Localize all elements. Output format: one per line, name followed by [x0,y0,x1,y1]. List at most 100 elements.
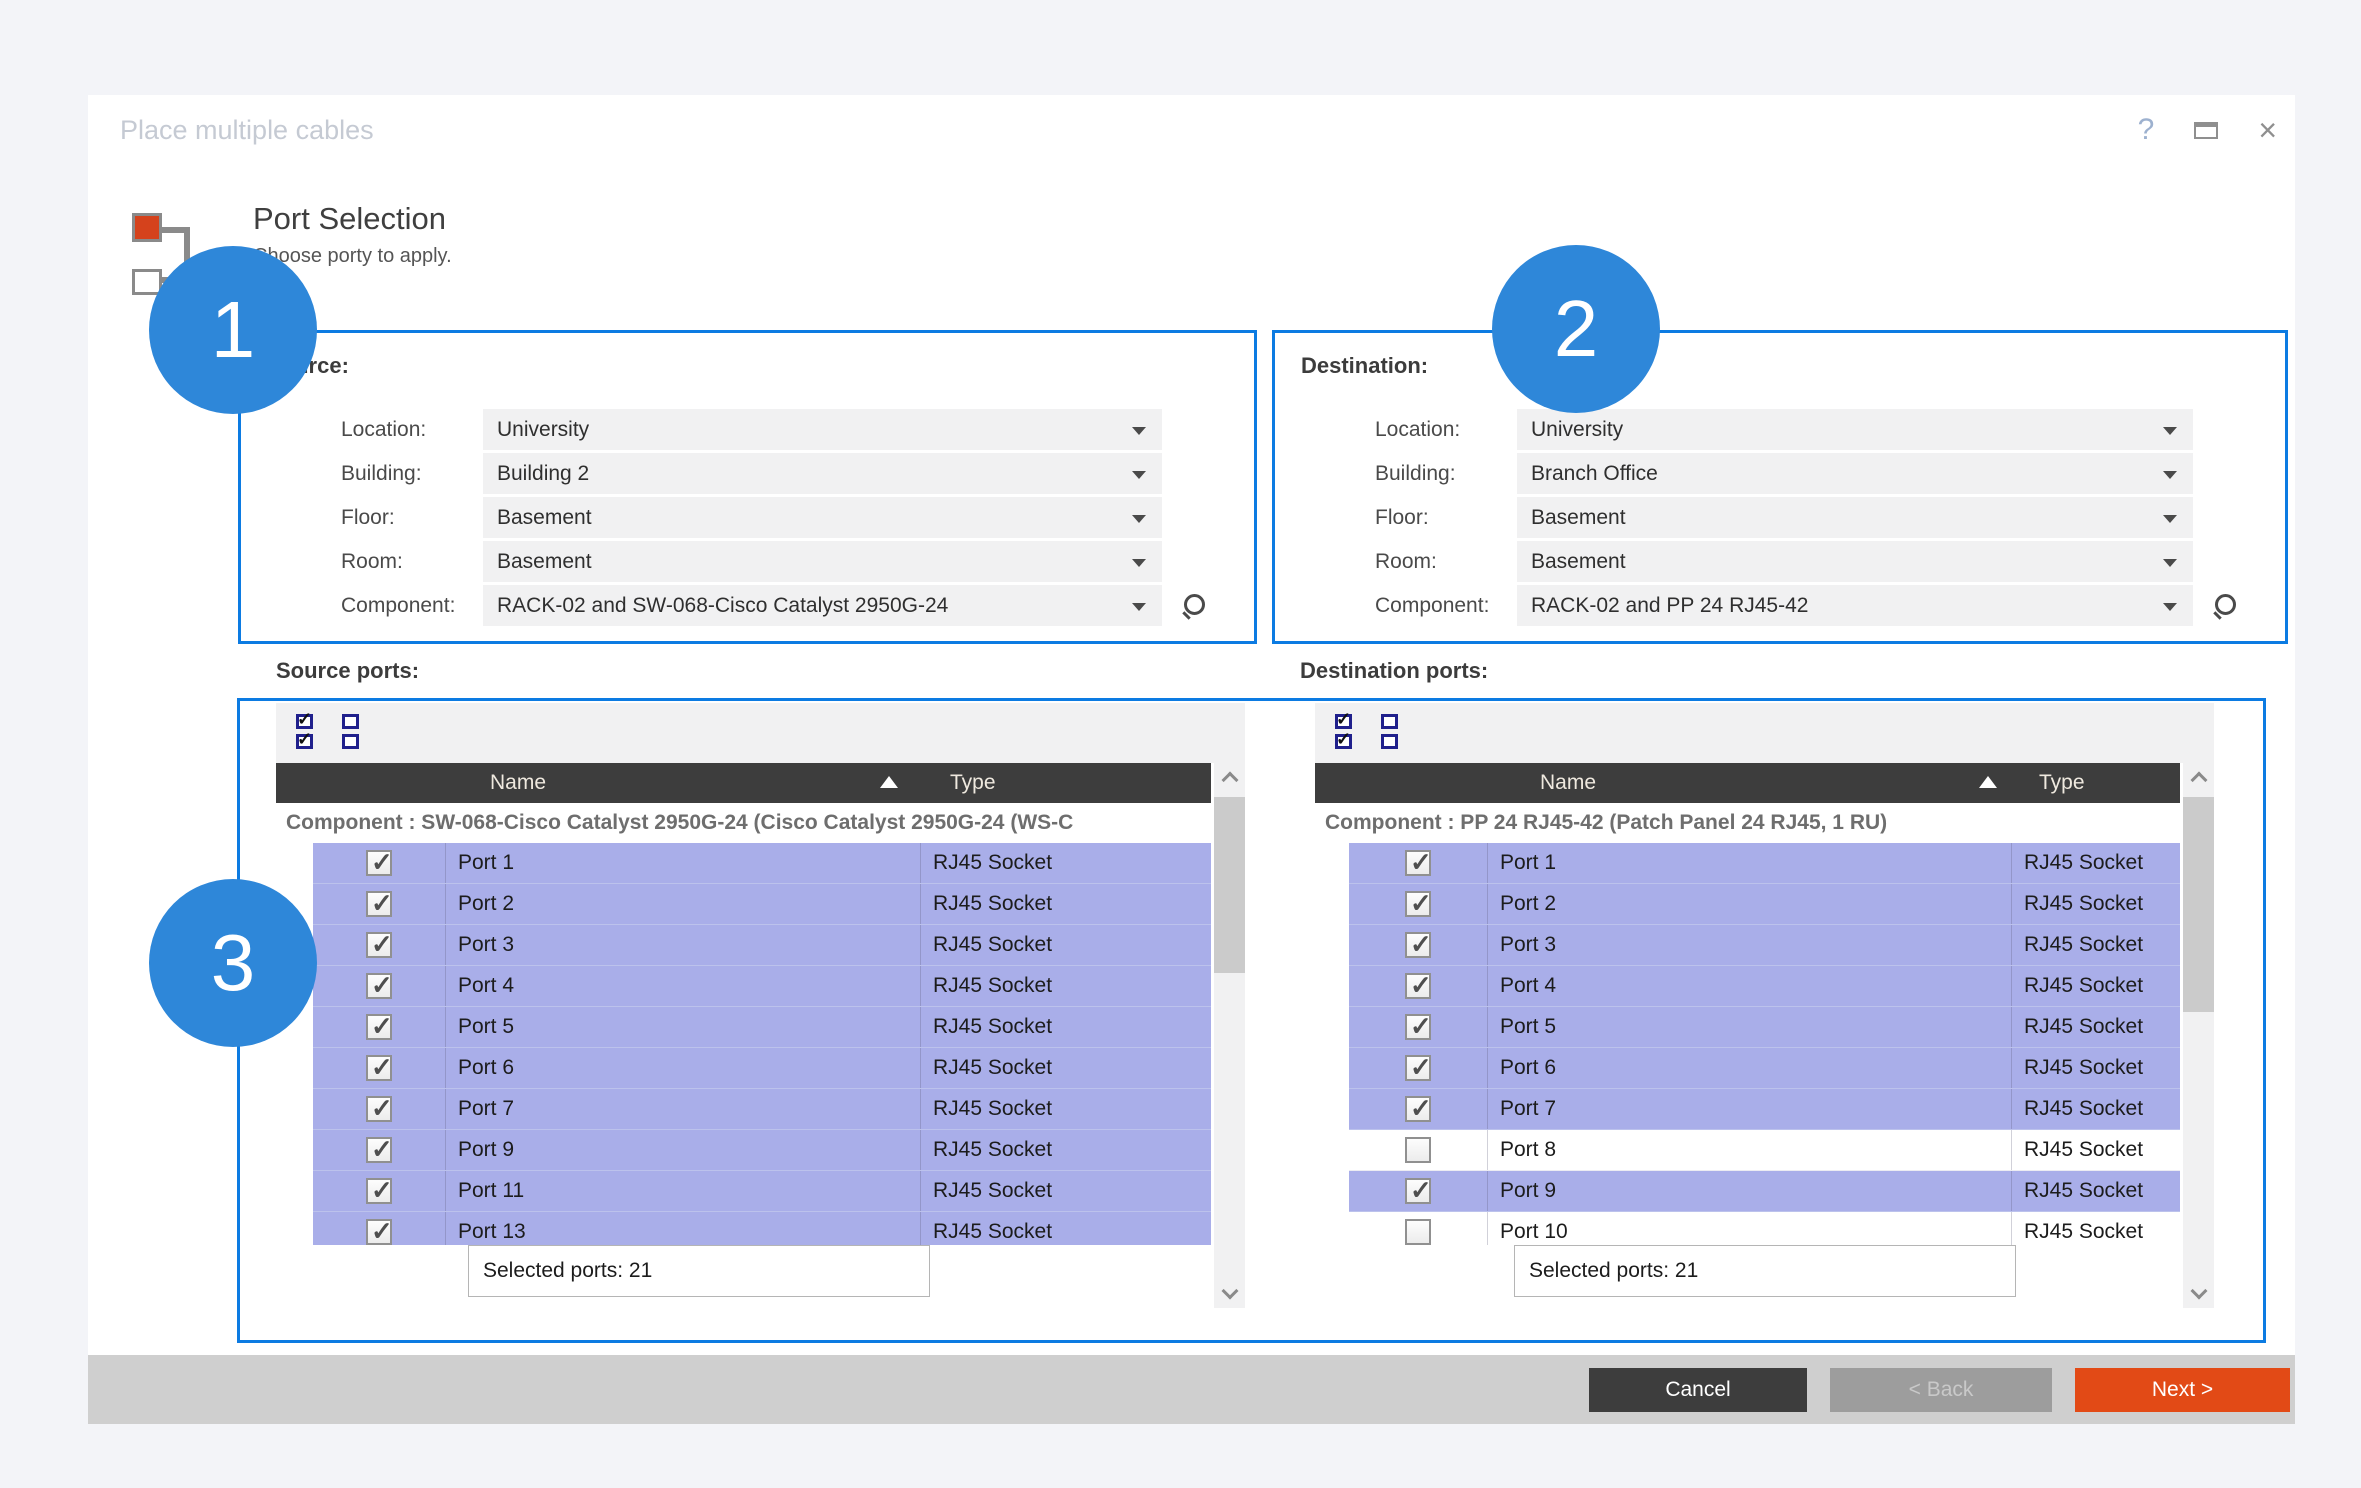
port-checkbox[interactable] [366,850,392,876]
deselect-all-icon[interactable] [342,714,359,749]
port-checkbox[interactable] [1405,891,1431,917]
maximize-icon[interactable] [2194,122,2218,139]
unchecked-box-glyph [342,714,359,729]
dropdown-field[interactable]: Basement [483,541,1162,582]
port-name-cell: Port 4 [445,966,920,1006]
search-icon[interactable] [1180,593,1206,619]
port-name-cell: Port 4 [1487,966,2011,1006]
back-button[interactable]: < Back [1830,1368,2052,1412]
port-row[interactable]: Port 6 RJ45 Socket [313,1048,1211,1089]
port-checkbox[interactable] [366,1178,392,1204]
dropdown-field[interactable]: RACK-02 and PP 24 RJ45-42 [1517,585,2193,626]
port-row[interactable]: Port 3 RJ45 Socket [1349,925,2180,966]
port-row[interactable]: Port 3 RJ45 Socket [313,925,1211,966]
checkbox-cell [1349,1137,1487,1163]
port-checkbox[interactable] [1405,973,1431,999]
vertical-scrollbar[interactable] [2183,763,2214,1308]
dropdown-field[interactable]: University [1517,409,2193,450]
sort-ascending-icon[interactable] [1979,776,1997,788]
scroll-up-icon[interactable] [1221,772,1238,789]
port-checkbox[interactable] [1405,1137,1431,1163]
form-row: Location: University [1275,409,2285,450]
checkbox-cell [313,1137,445,1163]
checkbox-cell [313,1219,445,1245]
port-name-cell: Port 8 [1487,1130,2011,1170]
port-checkbox[interactable] [1405,1096,1431,1122]
close-icon[interactable]: × [2258,120,2277,140]
port-checkbox[interactable] [1405,1055,1431,1081]
dropdown-field[interactable]: Basement [1517,541,2193,582]
port-row[interactable]: Port 11 RJ45 Socket [313,1171,1211,1212]
port-row[interactable]: Port 4 RJ45 Socket [313,966,1211,1007]
port-checkbox[interactable] [366,1014,392,1040]
port-row[interactable]: Port 5 RJ45 Socket [313,1007,1211,1048]
port-name-cell: Port 1 [1487,843,2011,883]
port-row[interactable]: Port 2 RJ45 Socket [313,884,1211,925]
type-column-header[interactable]: Type [950,771,996,795]
dropdown-field[interactable]: University [483,409,1162,450]
port-type-cell: RJ45 Socket [920,843,1211,883]
checked-box-glyph [1335,714,1352,729]
port-row[interactable]: Port 5 RJ45 Socket [1349,1007,2180,1048]
scrollbar-thumb[interactable] [1214,797,1245,973]
dropdown-field[interactable]: Basement [483,497,1162,538]
destination-ports-toolbar [1315,703,2214,763]
port-checkbox[interactable] [366,1137,392,1163]
port-row[interactable]: Port 1 RJ45 Socket [1349,843,2180,884]
port-checkbox[interactable] [1405,932,1431,958]
port-checkbox[interactable] [1405,1014,1431,1040]
port-checkbox[interactable] [366,891,392,917]
port-checkbox[interactable] [366,932,392,958]
port-row[interactable]: Port 1 RJ45 Socket [313,843,1211,884]
help-icon[interactable]: ? [2138,113,2155,147]
port-row[interactable]: Port 7 RJ45 Socket [313,1089,1211,1130]
port-row[interactable]: Port 8 RJ45 Socket [1349,1130,2180,1171]
destination-ports-area: Name Type Component : PP 24 RJ45-42 (Pat… [1315,701,2214,1340]
next-button[interactable]: Next > [2075,1368,2290,1412]
scrollbar-thumb[interactable] [2183,797,2214,1012]
select-all-icon[interactable] [1335,714,1352,749]
port-row[interactable]: Port 4 RJ45 Socket [1349,966,2180,1007]
sort-ascending-icon[interactable] [880,776,898,788]
scroll-up-icon[interactable] [2190,772,2207,789]
port-checkbox[interactable] [1405,850,1431,876]
port-checkbox[interactable] [1405,1178,1431,1204]
port-checkbox[interactable] [366,973,392,999]
deselect-all-icon[interactable] [1381,714,1398,749]
port-checkbox[interactable] [366,1219,392,1245]
port-row[interactable]: Port 9 RJ45 Socket [1349,1171,2180,1212]
scroll-down-icon[interactable] [2190,1283,2207,1300]
dropdown-field[interactable]: RACK-02 and SW-068-Cisco Catalyst 2950G-… [483,585,1162,626]
port-row[interactable]: Port 2 RJ45 Socket [1349,884,2180,925]
checkbox-cell [313,891,445,917]
port-type-cell: RJ45 Socket [2011,1048,2180,1088]
dropdown-field[interactable]: Basement [1517,497,2193,538]
dropdown-field[interactable]: Building 2 [483,453,1162,494]
dropdown-value: Branch Office [1517,462,1658,486]
checkbox-cell [1349,1014,1487,1040]
port-checkbox[interactable] [366,1055,392,1081]
select-all-icon[interactable] [296,714,313,749]
cancel-button[interactable]: Cancel [1589,1368,1807,1412]
port-type-cell: RJ45 Socket [2011,1130,2180,1170]
annotation-badge-3: 3 [149,879,317,1047]
port-checkbox[interactable] [366,1096,392,1122]
type-column-header[interactable]: Type [2039,771,2085,795]
search-icon[interactable] [2211,593,2237,619]
annotation-badge-2: 2 [1492,245,1660,413]
port-row[interactable]: Port 9 RJ45 Socket [313,1130,1211,1171]
name-column-header[interactable]: Name [1540,771,1596,795]
port-row[interactable]: Port 10 RJ45 Socket [1349,1212,2180,1245]
vertical-scrollbar[interactable] [1214,763,1245,1308]
port-row[interactable]: Port 13 RJ45 Socket [313,1212,1211,1245]
dropdown-field[interactable]: Branch Office [1517,453,2193,494]
scroll-down-icon[interactable] [1221,1283,1238,1300]
checkbox-cell [313,1055,445,1081]
source-port-rows: Port 1 RJ45 Socket Port 2 RJ45 Socket Po [313,843,1211,1245]
chevron-down-icon [1132,603,1146,611]
name-column-header[interactable]: Name [490,771,546,795]
port-row[interactable]: Port 6 RJ45 Socket [1349,1048,2180,1089]
port-checkbox[interactable] [1405,1219,1431,1245]
port-row[interactable]: Port 7 RJ45 Socket [1349,1089,2180,1130]
port-type-cell: RJ45 Socket [2011,1089,2180,1129]
